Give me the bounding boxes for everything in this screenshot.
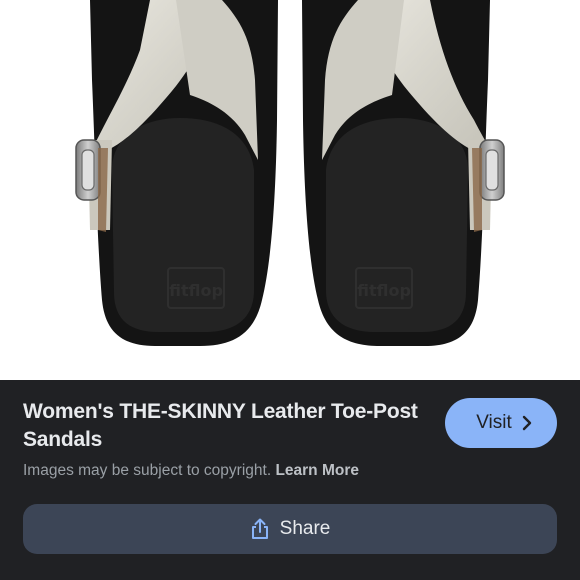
share-icon [250, 518, 270, 540]
result-title[interactable]: Women's THE-SKINNY Leather Toe-Post Sand… [23, 398, 418, 454]
product-image[interactable]: fitflop fitflop [0, 0, 580, 380]
copyright-notice: Images may be subject to copyright. Lear… [23, 461, 359, 481]
svg-text:fitflop: fitflop [357, 281, 411, 300]
sandals-photo: fitflop fitflop [75, 0, 505, 346]
share-button-label: Share [279, 518, 331, 539]
visit-button-label: Visit [476, 412, 512, 433]
left-sandal: fitflop [75, 0, 278, 346]
copyright-text: Images may be subject to copyright. [23, 462, 272, 479]
chevron-right-icon [522, 415, 532, 431]
svg-text:fitflop: fitflop [169, 281, 223, 300]
right-sandal: fitflop [302, 0, 505, 346]
learn-more-link[interactable]: Learn More [275, 462, 359, 479]
visit-button[interactable]: Visit [445, 398, 557, 448]
share-button[interactable]: Share [23, 504, 557, 554]
